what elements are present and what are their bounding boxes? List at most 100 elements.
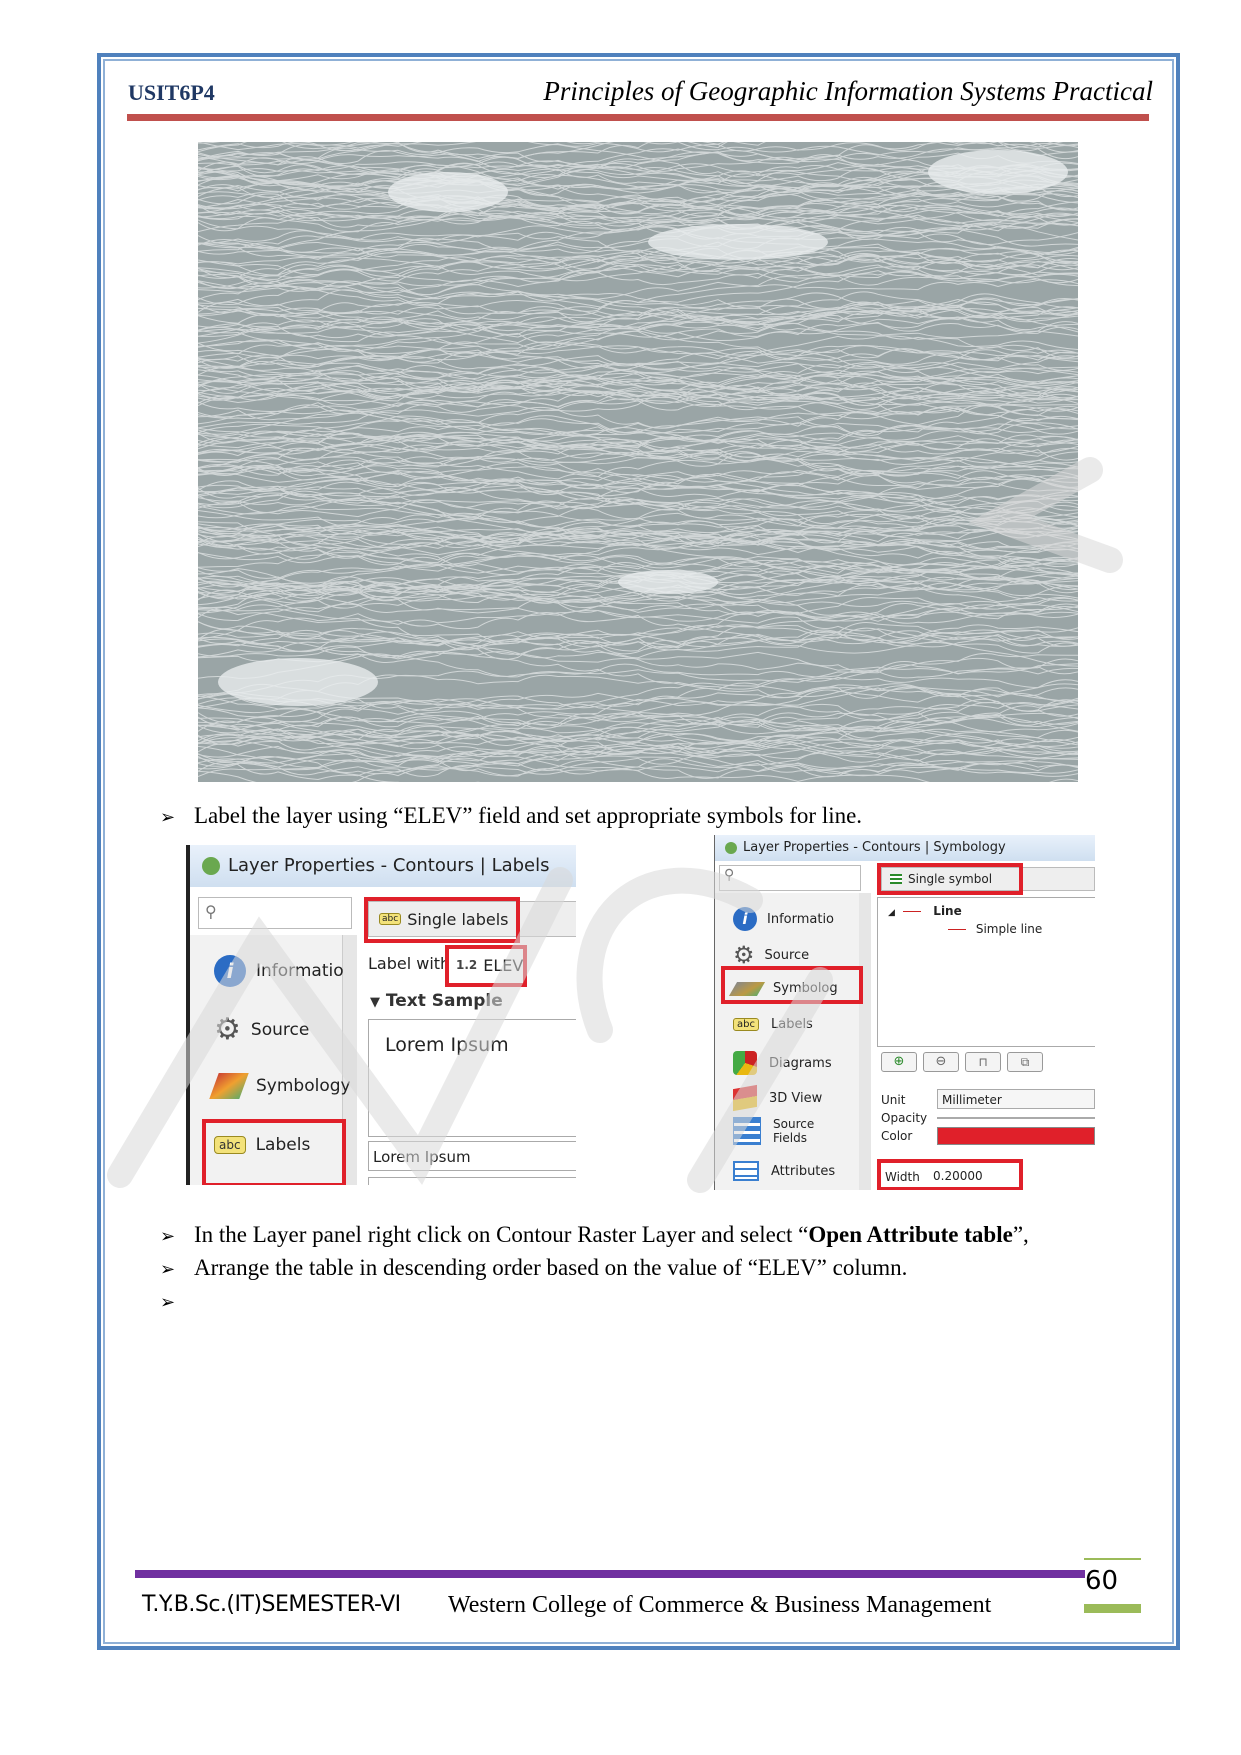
collapse-triangle-icon: ▼: [370, 995, 380, 1010]
bullet-text: Arrange the table in descending order ba…: [194, 1255, 908, 1280]
arrow-bullet-icon: ➢: [160, 1226, 176, 1247]
arrow-bullet-icon: ➢: [160, 807, 176, 828]
sidebar-label: Source Fields: [773, 1117, 815, 1145]
arrow-bullet-icon: ➢: [160, 1292, 176, 1313]
opacity-label: Opacity: [881, 1111, 928, 1125]
page-number-rule-bottom: [1084, 1604, 1141, 1613]
unit-select[interactable]: Millimeter: [937, 1089, 1095, 1109]
source-fields-icon: [733, 1117, 761, 1145]
bullet-item: ➢ Arrange the table in descending order b…: [160, 1255, 907, 1281]
contour-lines: [198, 142, 1078, 782]
sidebar-item-diagrams[interactable]: Diagrams: [733, 1051, 832, 1075]
diagrams-icon: [733, 1051, 757, 1075]
sidebar-item-3d-view[interactable]: 3D View: [733, 1084, 823, 1112]
sidebar-item-information[interactable]: i Informatio: [214, 955, 344, 987]
sidebar-item-symbology[interactable]: Symbology: [209, 1073, 351, 1099]
page-number: 60: [1085, 1566, 1119, 1596]
unit-value: Millimeter: [942, 1093, 1002, 1107]
sidebar-item-attributes[interactable]: Attributes: [733, 1161, 835, 1181]
footer-college: Western College of Commerce & Business M…: [448, 1592, 992, 1618]
footer-course: T.Y.B.Sc.(IT)SEMESTER-VI: [142, 1592, 401, 1617]
cube-3d-icon: [733, 1084, 757, 1112]
course-code: USIT6P4: [128, 80, 215, 105]
sidebar-label: Source: [764, 947, 810, 963]
sample-text-input-2[interactable]: [368, 1177, 576, 1185]
tree-item-simple-line[interactable]: Simple line: [948, 922, 1042, 936]
sidebar-label: Informatio: [256, 961, 344, 981]
information-icon: i: [214, 955, 246, 987]
page-number-rule-top: [1084, 1558, 1141, 1560]
text-sample-heading: Text Sample: [385, 991, 503, 1011]
red-line-swatch-icon: [903, 911, 922, 912]
header-rule: [127, 114, 1149, 121]
sample-text-input[interactable]: Lorem Ipsum: [368, 1141, 576, 1171]
sidebar-item-source[interactable]: ⚙ Source: [214, 1015, 309, 1045]
symbol-tree[interactable]: ◢ Line Simple line: [877, 897, 1095, 1047]
red-line-swatch-icon: [948, 929, 966, 930]
labels-highlight-box: [202, 1119, 346, 1185]
gear-icon: ⚙: [733, 941, 755, 969]
width-highlight-box: [877, 1159, 1023, 1190]
text-sample-section[interactable]: ▼ Text Sample: [370, 991, 503, 1011]
sidebar-label: Symbology: [256, 1076, 351, 1096]
preview-text: Lorem Ipsum: [385, 1034, 509, 1056]
duplicate-layer-button[interactable]: ⧉: [1007, 1052, 1043, 1072]
sidebar-label: Source: [250, 1020, 310, 1040]
contour-map-image: [198, 142, 1078, 782]
labels-dialog-titlebar: Layer Properties - Contours | Labels: [190, 845, 576, 887]
attributes-form-icon: [733, 1161, 759, 1181]
labels-dialog-screenshot: Layer Properties - Contours | Labels ⚲ i…: [186, 845, 576, 1185]
sidebar-item-labels[interactable]: abc Labels: [733, 1017, 813, 1032]
label-with-caption: Label with: [368, 954, 451, 973]
single-symbol-highlight-box: [877, 863, 1023, 895]
sidebar-item-source-fields[interactable]: Source Fields: [733, 1117, 827, 1145]
lock-layer-button[interactable]: ⊓: [965, 1052, 1001, 1072]
information-icon: i: [733, 907, 757, 931]
footer-rule: [135, 1570, 1085, 1578]
bullet-text: Label the layer using “ELEV” field and s…: [194, 803, 863, 828]
symbology-dialog-title: Layer Properties - Contours | Symbology: [743, 840, 1006, 855]
search-input[interactable]: ⚲: [719, 865, 861, 891]
opacity-slider[interactable]: [937, 1117, 1095, 1119]
sidebar-label: Labels: [770, 1017, 813, 1032]
expand-triangle-icon: ◢: [888, 908, 895, 918]
color-button[interactable]: [937, 1127, 1095, 1145]
bullet-bold-text: Open Attribute table: [808, 1222, 1013, 1247]
unit-label: Unit: [881, 1093, 906, 1107]
tree-child-label: Simple line: [975, 922, 1043, 936]
paintbrush-icon: [209, 1073, 249, 1099]
bullet-item: ➢ In the Layer panel right click on Conto…: [160, 1222, 1029, 1248]
sidebar-label: Informatio: [767, 911, 835, 927]
elev-field-highlight-box: [445, 945, 527, 987]
tree-root-label: Line: [933, 904, 962, 918]
sample-text-value: Lorem Ipsum: [373, 1148, 471, 1166]
symbology-dialog-titlebar: Layer Properties - Contours | Symbology: [715, 835, 1095, 861]
symbology-dialog-screenshot: Layer Properties - Contours | Symbology …: [714, 835, 1095, 1190]
search-input[interactable]: ⚲: [198, 897, 352, 929]
single-labels-highlight-box: [364, 897, 520, 943]
add-symbol-layer-button[interactable]: ⊕: [881, 1052, 917, 1072]
qgis-logo-icon: [202, 857, 220, 875]
remove-symbol-layer-button[interactable]: ⊖: [923, 1052, 959, 1072]
sidebar: [715, 893, 859, 1190]
bullet-text: In the Layer panel right click on Contou…: [194, 1222, 809, 1247]
search-icon: ⚲: [724, 867, 735, 883]
labels-dialog-title: Layer Properties - Contours | Labels: [228, 855, 550, 876]
color-label: Color: [881, 1129, 913, 1143]
bullet-item: ➢: [160, 1288, 194, 1314]
sidebar-label: 3D View: [769, 1090, 823, 1106]
bullet-text: ”,: [1012, 1222, 1029, 1247]
labels-abc-icon: abc: [733, 1018, 759, 1031]
tree-item-line[interactable]: ◢ Line: [888, 904, 962, 918]
symbology-highlight-box: [721, 966, 863, 1004]
sidebar-item-source[interactable]: ⚙ Source: [733, 943, 809, 967]
qgis-logo-icon: [725, 841, 737, 854]
sidebar-label: Attributes: [771, 1163, 836, 1179]
text-sample-preview: Lorem Ipsum: [368, 1019, 576, 1137]
gear-icon: ⚙: [214, 1012, 241, 1047]
sidebar-item-information[interactable]: i Informatio: [733, 907, 834, 931]
bullet-item: ➢ Label the layer using “ELEV” field and …: [160, 803, 862, 829]
arrow-bullet-icon: ➢: [160, 1259, 176, 1280]
search-icon: ⚲: [205, 902, 217, 921]
sidebar-scrollbar[interactable]: [859, 893, 871, 1190]
